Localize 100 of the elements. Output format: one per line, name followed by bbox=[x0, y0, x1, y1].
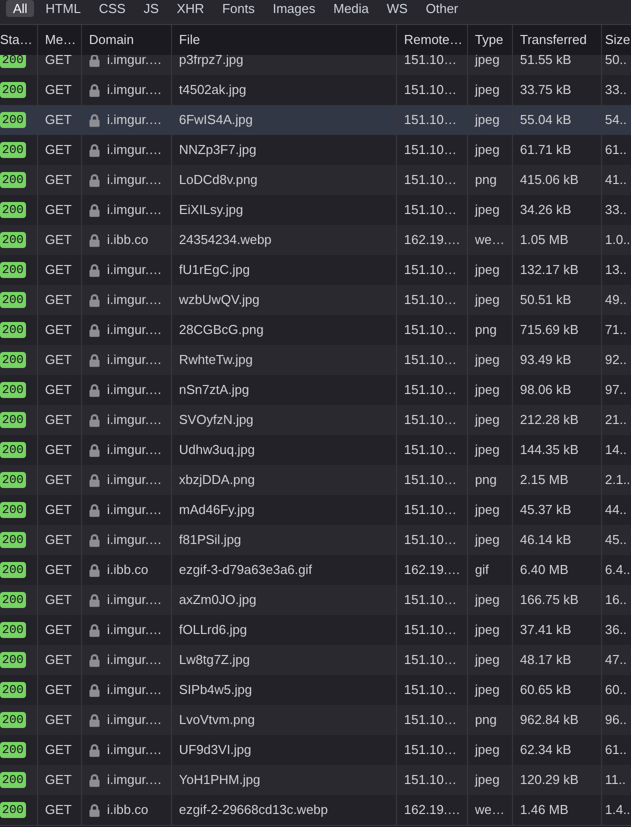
file-name: axZm0JO.jpg bbox=[179, 591, 256, 610]
resource-size: 49.. bbox=[605, 291, 627, 310]
transferred-size: 98.06 kB bbox=[520, 381, 572, 400]
status-code-badge: 200 bbox=[0, 502, 26, 518]
request-row[interactable]: 200 GET i.imgur.… wzbUwQV.jpg 151.10… jpeg 50.51 kB 49.. bbox=[0, 285, 631, 315]
request-method: GET bbox=[45, 471, 72, 490]
content-type: jpeg bbox=[475, 411, 500, 430]
transferred-size: 48.17 kB bbox=[520, 651, 572, 670]
status-code-badge: 200 bbox=[0, 442, 26, 458]
file-name: ezgif-3-d79a63e3a6.gif bbox=[179, 561, 312, 580]
request-row[interactable]: 200 GET i.imgur.… LoDCd8v.png 151.10… png 415.06 kB 41.. bbox=[0, 165, 631, 195]
domain-name: i.imgur.… bbox=[107, 351, 162, 370]
transferred-size: 715.69 kB bbox=[520, 321, 579, 340]
filter-tab[interactable]: Images bbox=[266, 0, 322, 17]
domain-name: i.ibb.co bbox=[107, 801, 148, 820]
file-name: LvoVtvm.png bbox=[179, 711, 255, 730]
request-row[interactable]: 200 GET i.imgur.… RwhteTw.jpg 151.10… jpeg 93.49 kB 92.. bbox=[0, 345, 631, 375]
status-code-badge: 200 bbox=[0, 352, 26, 368]
transferred-size: 46.14 kB bbox=[520, 531, 572, 550]
request-row[interactable]: 200 GET i.imgur.… Lw8tg7Z.jpg 151.10… jpeg 48.17 kB 47.. bbox=[0, 645, 631, 675]
transferred-size: 60.65 kB bbox=[520, 681, 572, 700]
request-row[interactable]: 200 GET i.imgur.… LvoVtvm.png 151.10… png 962.84 kB 96.. bbox=[0, 705, 631, 735]
file-name: Lw8tg7Z.jpg bbox=[179, 651, 250, 670]
file-name: EiXILsy.jpg bbox=[179, 201, 244, 220]
request-row[interactable]: 200 GET i.imgur.… nSn7ztA.jpg 151.10… jpeg 98.06 kB 97.. bbox=[0, 375, 631, 405]
content-type: png bbox=[475, 711, 497, 730]
request-method: GET bbox=[45, 441, 72, 460]
status-code-badge: 200 bbox=[0, 232, 26, 248]
transferred-size: 144.35 kB bbox=[520, 441, 579, 460]
domain-name: i.imgur.… bbox=[107, 591, 162, 610]
request-method: GET bbox=[45, 291, 72, 310]
resource-size: 92.. bbox=[605, 351, 627, 370]
request-row[interactable]: 200 GET i.imgur.… fOLLrd6.jpg 151.10… jpeg 37.41 kB 36.. bbox=[0, 615, 631, 645]
filter-tab[interactable]: Fonts bbox=[215, 0, 262, 17]
request-method: GET bbox=[45, 501, 72, 520]
status-code-badge: 200 bbox=[0, 262, 26, 278]
request-row[interactable]: 200 GET i.imgur.… f81PSil.jpg 151.10… jpeg 46.14 kB 45.. bbox=[0, 525, 631, 555]
status-code-badge: 200 bbox=[0, 802, 26, 818]
filter-tab[interactable]: WS bbox=[380, 0, 415, 17]
filter-tab[interactable]: CSS bbox=[92, 0, 133, 17]
request-row[interactable]: 200 GET i.imgur.… mAd46Fy.jpg 151.10… jpeg 45.37 kB 44.. bbox=[0, 495, 631, 525]
request-row[interactable]: 200 GET i.imgur.… axZm0JO.jpg 151.10… jpeg 166.75 kB 16.. bbox=[0, 585, 631, 615]
request-row[interactable]: 200 GET i.imgur.… p3frpz7.jpg 151.10… jpeg 51.55 kB 50.. bbox=[0, 55, 631, 75]
request-row[interactable]: 200 GET i.imgur.… Udhw3uq.jpg 151.10… jpeg 144.35 kB 14.. bbox=[0, 435, 631, 465]
remote-address: 151.10… bbox=[404, 711, 457, 730]
resource-size: 14.. bbox=[605, 441, 627, 460]
filter-tab[interactable]: JS bbox=[136, 0, 166, 17]
domain-name: i.imgur.… bbox=[107, 201, 162, 220]
filter-tab[interactable]: HTML bbox=[38, 0, 88, 17]
content-type: jpeg bbox=[475, 621, 500, 640]
request-row[interactable]: 200 GET i.imgur.… NNZp3F7.jpg 151.10… jpeg 61.71 kB 61.. bbox=[0, 135, 631, 165]
remote-address: 151.10… bbox=[404, 201, 457, 220]
status-code-badge: 200 bbox=[0, 652, 26, 668]
remote-address: 151.10… bbox=[404, 111, 457, 130]
request-row[interactable]: 200 GET i.imgur.… 28CGBcG.png 151.10… png 715.69 kB 71.. bbox=[0, 315, 631, 345]
domain-name: i.imgur.… bbox=[107, 531, 162, 550]
filter-tab[interactable]: Other bbox=[418, 0, 466, 17]
content-type: jpeg bbox=[475, 111, 500, 130]
content-type: jpeg bbox=[475, 201, 500, 220]
remote-address: 151.10… bbox=[404, 591, 457, 610]
request-row[interactable]: 200 GET i.ibb.co ezgif-2-29668cd13c.webp 162.19.… we… 1.46 MB 1.4.. bbox=[0, 795, 631, 825]
filter-tab[interactable]: All bbox=[6, 0, 34, 17]
request-row[interactable]: 200 GET i.imgur.… fU1rEgC.jpg 151.10… jpeg 132.17 kB 13.. bbox=[0, 255, 631, 285]
remote-address: 151.10… bbox=[404, 321, 457, 340]
request-row[interactable]: 200 GET i.ibb.co 24354234.webp 162.19.… we… 1.05 MB 1.0.. bbox=[0, 225, 631, 255]
file-name: nSn7ztA.jpg bbox=[179, 381, 250, 400]
file-name: 24354234.webp bbox=[179, 231, 272, 250]
request-method: GET bbox=[45, 81, 72, 100]
request-row[interactable]: 200 GET i.imgur.… 6FwIS4A.jpg 151.10… jpeg 55.04 kB 54.. bbox=[0, 105, 631, 135]
remote-address: 151.10… bbox=[404, 171, 457, 190]
remote-address: 151.10… bbox=[404, 681, 457, 700]
request-row[interactable]: 200 GET i.imgur.… SIPb4w5.jpg 151.10… jpeg 60.65 kB 60.. bbox=[0, 675, 631, 705]
status-code-badge: 200 bbox=[0, 322, 26, 338]
filter-tab[interactable]: XHR bbox=[170, 0, 212, 17]
resource-size: 2.1.. bbox=[605, 471, 630, 490]
content-type: gif bbox=[475, 561, 489, 580]
remote-address: 151.10… bbox=[404, 81, 457, 100]
content-type: jpeg bbox=[475, 351, 500, 370]
resource-size: 41.. bbox=[605, 171, 627, 190]
filter-tab[interactable]: Media bbox=[326, 0, 376, 17]
remote-address: 151.10… bbox=[404, 471, 457, 490]
status-code-badge: 200 bbox=[0, 112, 26, 128]
request-method: GET bbox=[45, 711, 72, 730]
request-row[interactable]: 200 GET i.imgur.… YoH1PHM.jpg 151.10… jpeg 120.29 kB 11.. bbox=[0, 765, 631, 795]
request-row[interactable]: 200 GET i.imgur.… UF9d3VI.jpg 151.10… jpeg 62.34 kB 61.. bbox=[0, 735, 631, 765]
domain-name: i.imgur.… bbox=[107, 621, 162, 640]
status-code-badge: 200 bbox=[0, 172, 26, 188]
file-name: SIPb4w5.jpg bbox=[179, 681, 252, 700]
transferred-size: 166.75 kB bbox=[520, 591, 579, 610]
remote-address: 151.10… bbox=[404, 411, 457, 430]
column-header[interactable]: Sta… bbox=[0, 25, 37, 55]
file-name: 6FwIS4A.jpg bbox=[179, 111, 253, 130]
content-type: jpeg bbox=[475, 55, 500, 70]
request-row[interactable]: 200 GET i.ibb.co ezgif-3-d79a63e3a6.gif 162.19.… gif 6.40 MB 6.4.. bbox=[0, 555, 631, 585]
content-type: jpeg bbox=[475, 741, 500, 760]
request-row[interactable]: 200 GET i.imgur.… t4502ak.jpg 151.10… jpeg 33.75 kB 33.. bbox=[0, 75, 631, 105]
request-row[interactable]: 200 GET i.imgur.… SVOyfzN.jpg 151.10… jpeg 212.28 kB 21.. bbox=[0, 405, 631, 435]
request-row[interactable]: 200 GET i.imgur.… EiXILsy.jpg 151.10… jpeg 34.26 kB 33.. bbox=[0, 195, 631, 225]
transferred-size: 51.55 kB bbox=[520, 55, 572, 70]
request-row[interactable]: 200 GET i.imgur.… xbzjDDA.png 151.10… png 2.15 MB 2.1.. bbox=[0, 465, 631, 495]
